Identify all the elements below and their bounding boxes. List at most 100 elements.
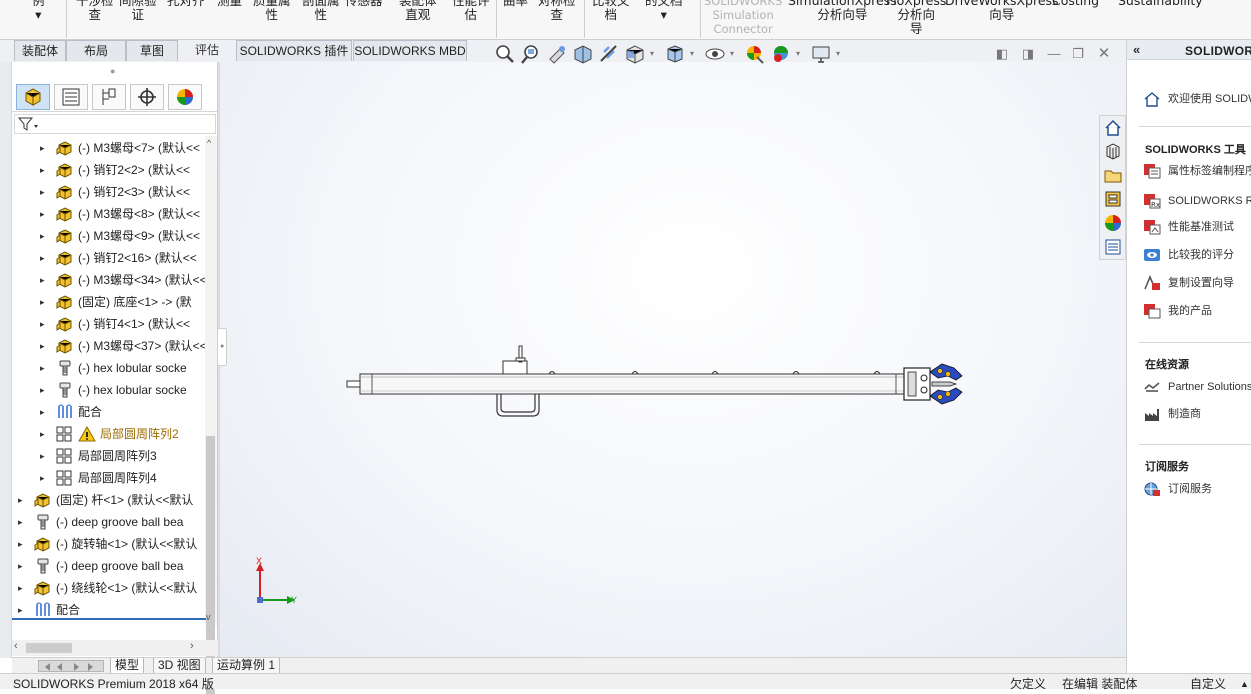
tree-vertical-scrollbar[interactable]: ^ v (205, 136, 217, 694)
expand-arrow-icon[interactable]: ▸ (40, 358, 50, 378)
ribbon-item-driveworks[interactable]: DriveWorksXpress 向导 (945, 0, 1059, 22)
expand-arrow-icon[interactable]: ▸ (40, 182, 50, 202)
tab-evaluate[interactable]: 评估 (184, 40, 230, 61)
custom-properties-icon[interactable] (1103, 237, 1123, 257)
ribbon-item-compare-docs[interactable]: 比较文 档 (592, 0, 630, 22)
ribbon-item-docs[interactable]: 的文档 ▾ (645, 0, 683, 22)
tree-item[interactable]: ▸ 局部圆周阵列2 (12, 424, 206, 444)
collapse-icon[interactable]: « (1133, 42, 1140, 57)
appearances-scenes-icon[interactable] (1103, 213, 1123, 233)
tree-item[interactable]: ▸ (-) M3螺母<37> (默认<< (12, 336, 206, 356)
ribbon-item-section-props[interactable]: 剖面属 性 (302, 0, 340, 22)
tree-item[interactable]: ▸ (-) 绕线轮<1> (默认<<默认 (12, 578, 206, 598)
ribbon-item-symmetry[interactable]: 对称检 查 (538, 0, 576, 22)
design-library-icon[interactable] (1103, 141, 1123, 161)
hide-show-items-icon[interactable]: ▾ (704, 43, 734, 65)
status-arrow-icon[interactable]: ▲ (1240, 676, 1249, 692)
arrange-left-icon[interactable]: ◧ (994, 46, 1010, 62)
expand-arrow-icon[interactable]: ▸ (40, 270, 50, 290)
configurationmanager-icon[interactable] (92, 84, 126, 110)
filter-icon[interactable] (16, 115, 40, 133)
tree-item[interactable]: ▸ (-) 旋转轴<1> (默认<<默认 (12, 534, 206, 554)
expand-arrow-icon[interactable]: ▸ (40, 336, 50, 356)
tree-item[interactable]: ▸ (-) 销钉2<3> (默认<< (12, 182, 206, 202)
expand-arrow-icon[interactable]: ▸ (40, 380, 50, 400)
scroll-right-icon[interactable]: › (190, 640, 194, 652)
ribbon-item-0[interactable]: 例 ▾ (32, 0, 45, 22)
expand-arrow-icon[interactable]: ▸ (18, 534, 28, 554)
tree-item[interactable]: ▸ 配合 (12, 600, 206, 620)
tree-item[interactable]: ▸ 局部圆周阵列3 (12, 446, 206, 466)
tree-item[interactable]: ▸ (-) 销钉2<16> (默认<< (12, 248, 206, 268)
ribbon-item-curvature[interactable]: 曲率 (503, 0, 528, 8)
tab-model[interactable]: 模型 (110, 658, 145, 674)
home-icon[interactable] (1103, 118, 1123, 138)
tree-item[interactable]: ▸ (-) hex lobular socke (12, 380, 206, 400)
tree-item[interactable]: ▸ (固定) 底座<1> -> (默 (12, 292, 206, 312)
display-style-icon[interactable]: ▾ (664, 43, 694, 65)
tree-item[interactable]: ▸ (-) M3螺母<9> (默认<< (12, 226, 206, 246)
tree-item[interactable]: ▸ (-) M3螺母<8> (默认<< (12, 204, 206, 224)
tree-item[interactable]: ▸ 局部圆周阵列4 (12, 468, 206, 488)
file-explorer-icon[interactable] (1103, 165, 1123, 185)
expand-arrow-icon[interactable]: ▸ (40, 204, 50, 224)
tree-item[interactable]: ▸ (-) 销钉2<2> (默认<< (12, 160, 206, 180)
tree-item[interactable]: ▸ (-) deep groove ball bea (12, 556, 206, 576)
tab-sketch[interactable]: 草图 (126, 40, 178, 61)
featuremanager-icon[interactable] (16, 84, 50, 110)
close-icon[interactable]: ✕ (1096, 46, 1112, 62)
ribbon-item-clearance[interactable]: 间隙验 证 (119, 0, 157, 22)
section-view-icon[interactable] (572, 43, 594, 65)
tree-item[interactable]: ▸ (-) deep groove ball bea (12, 512, 206, 532)
expand-arrow-icon[interactable]: ▸ (40, 446, 50, 466)
ribbon-item-perf-eval[interactable]: 性能评 估 (452, 0, 490, 22)
expand-arrow-icon[interactable]: ▸ (18, 600, 28, 620)
expand-arrow-icon[interactable]: ▸ (40, 292, 50, 312)
tab-3d-view[interactable]: 3D 视图 (153, 658, 206, 674)
left-panel-grip[interactable] (0, 62, 12, 658)
expand-arrow-icon[interactable]: ▸ (18, 556, 28, 576)
expand-arrow-icon[interactable]: ▸ (40, 402, 50, 422)
tab-addins[interactable]: SOLIDWORKS 插件 (236, 40, 352, 61)
scrollbar-thumb[interactable] (26, 643, 72, 653)
displaymanager-icon[interactable] (168, 84, 202, 110)
zoom-to-area-icon[interactable] (520, 43, 542, 65)
ribbon-item-sustainability[interactable]: Sustainability (1118, 0, 1203, 8)
zoom-to-fit-icon[interactable] (494, 43, 516, 65)
tree-horizontal-scrollbar[interactable]: ‹ › (12, 640, 218, 656)
expand-arrow-icon[interactable]: ▸ (40, 138, 50, 158)
tree-item[interactable]: ▸ (固定) 杆<1> (默认<<默认 (12, 490, 206, 510)
ribbon-item-costing[interactable]: Costing (1052, 0, 1099, 8)
tab-assembly[interactable]: 装配体 (14, 40, 66, 61)
expand-arrow-icon[interactable]: ▸ (40, 160, 50, 180)
tab-motion-study[interactable]: 运动算例 1 (212, 658, 281, 674)
scroll-up-icon[interactable]: ^ (207, 138, 211, 148)
ribbon-item-simxpress[interactable]: SimulationXpress 分析向导 (788, 0, 897, 22)
edit-appearance-icon[interactable] (744, 43, 766, 65)
ribbon-item-asm-visual[interactable]: 装配体 直观 (399, 0, 437, 22)
arrange-right-icon[interactable]: ◨ (1020, 46, 1036, 62)
propertymanager-icon[interactable] (54, 84, 88, 110)
dynamic-annotation-icon[interactable] (598, 43, 620, 65)
splitter-handle[interactable]: ● (217, 328, 227, 366)
view-palette-icon[interactable] (1103, 189, 1123, 209)
expand-arrow-icon[interactable]: ▸ (40, 226, 50, 246)
expand-arrow-icon[interactable]: ▸ (40, 314, 50, 334)
restore-icon[interactable]: ❐ (1070, 46, 1086, 62)
expand-arrow-icon[interactable]: ▸ (40, 468, 50, 488)
tab-layout[interactable]: 布局 (66, 40, 126, 61)
tab-nav-arrows[interactable] (38, 660, 104, 672)
tree-item[interactable]: ▸ (-) M3螺母<34> (默认<< (12, 270, 206, 290)
ribbon-item-floxpress[interactable]: FloXpress 分析向 导 (886, 0, 946, 36)
ribbon-item-measure[interactable]: 测量 (217, 0, 242, 8)
tab-mbd[interactable]: SOLIDWORKS MBD (353, 40, 467, 61)
ribbon-item-interference[interactable]: 干涉检 查 (76, 0, 114, 22)
view-settings-icon[interactable]: ▾ (810, 43, 840, 65)
panel-grip-dot[interactable]: ● (110, 66, 115, 76)
rollback-bar[interactable] (12, 618, 206, 620)
tree-item[interactable]: ▸ (-) M3螺母<7> (默认<< (12, 138, 206, 158)
ribbon-item-hole-align[interactable]: 孔对齐 (167, 0, 205, 8)
status-units[interactable]: 自定义 (1190, 676, 1226, 692)
ribbon-item-mass-props[interactable]: 质量属 性 (253, 0, 291, 22)
expand-arrow-icon[interactable]: ▸ (40, 248, 50, 268)
